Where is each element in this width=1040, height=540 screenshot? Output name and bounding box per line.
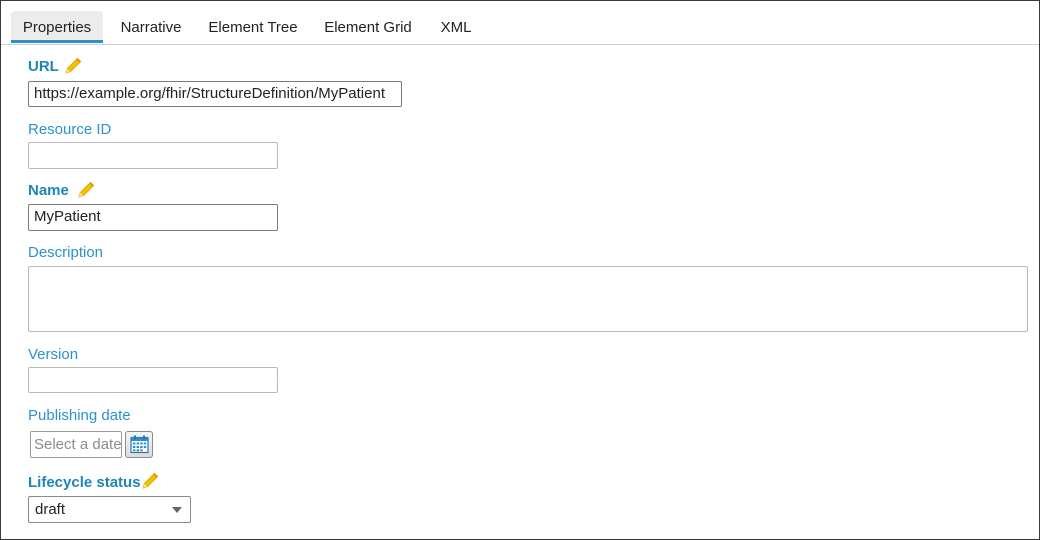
- calendar-button[interactable]: [125, 431, 153, 458]
- resource-id-input[interactable]: [28, 142, 278, 169]
- name-label: Name: [28, 182, 69, 199]
- calendar-icon: [130, 435, 149, 454]
- tab-element-tree[interactable]: Element Tree: [201, 11, 305, 43]
- tab-properties[interactable]: Properties: [11, 11, 103, 43]
- chevron-down-icon: [172, 507, 182, 513]
- description-label: Description: [28, 244, 104, 261]
- lifecycle-status-value: draft: [35, 501, 66, 518]
- lifecycle-status-label: Lifecycle status: [28, 474, 141, 491]
- pencil-icon[interactable]: [140, 471, 160, 491]
- pencil-icon[interactable]: [63, 56, 83, 76]
- publishing-date-label: Publishing date: [28, 407, 131, 424]
- description-textarea[interactable]: [28, 266, 1028, 332]
- tab-narrative[interactable]: Narrative: [111, 11, 191, 43]
- url-input[interactable]: https://example.org/fhir/StructureDefini…: [28, 81, 402, 107]
- tab-element-grid[interactable]: Element Grid: [315, 11, 421, 43]
- properties-panel: Properties Narrative Element Tree Elemen…: [0, 0, 1040, 540]
- pencil-icon[interactable]: [76, 180, 96, 200]
- resource-id-label: Resource ID: [28, 121, 112, 138]
- version-input[interactable]: [28, 367, 278, 393]
- url-label: URL: [28, 58, 59, 75]
- tab-xml[interactable]: XML: [431, 11, 481, 43]
- name-input[interactable]: MyPatient: [28, 204, 278, 231]
- publishing-date-input[interactable]: Select a date: [30, 431, 122, 458]
- tab-bar: Properties Narrative Element Tree Elemen…: [1, 1, 1039, 45]
- version-label: Version: [28, 346, 79, 363]
- lifecycle-status-select[interactable]: draft: [28, 496, 191, 523]
